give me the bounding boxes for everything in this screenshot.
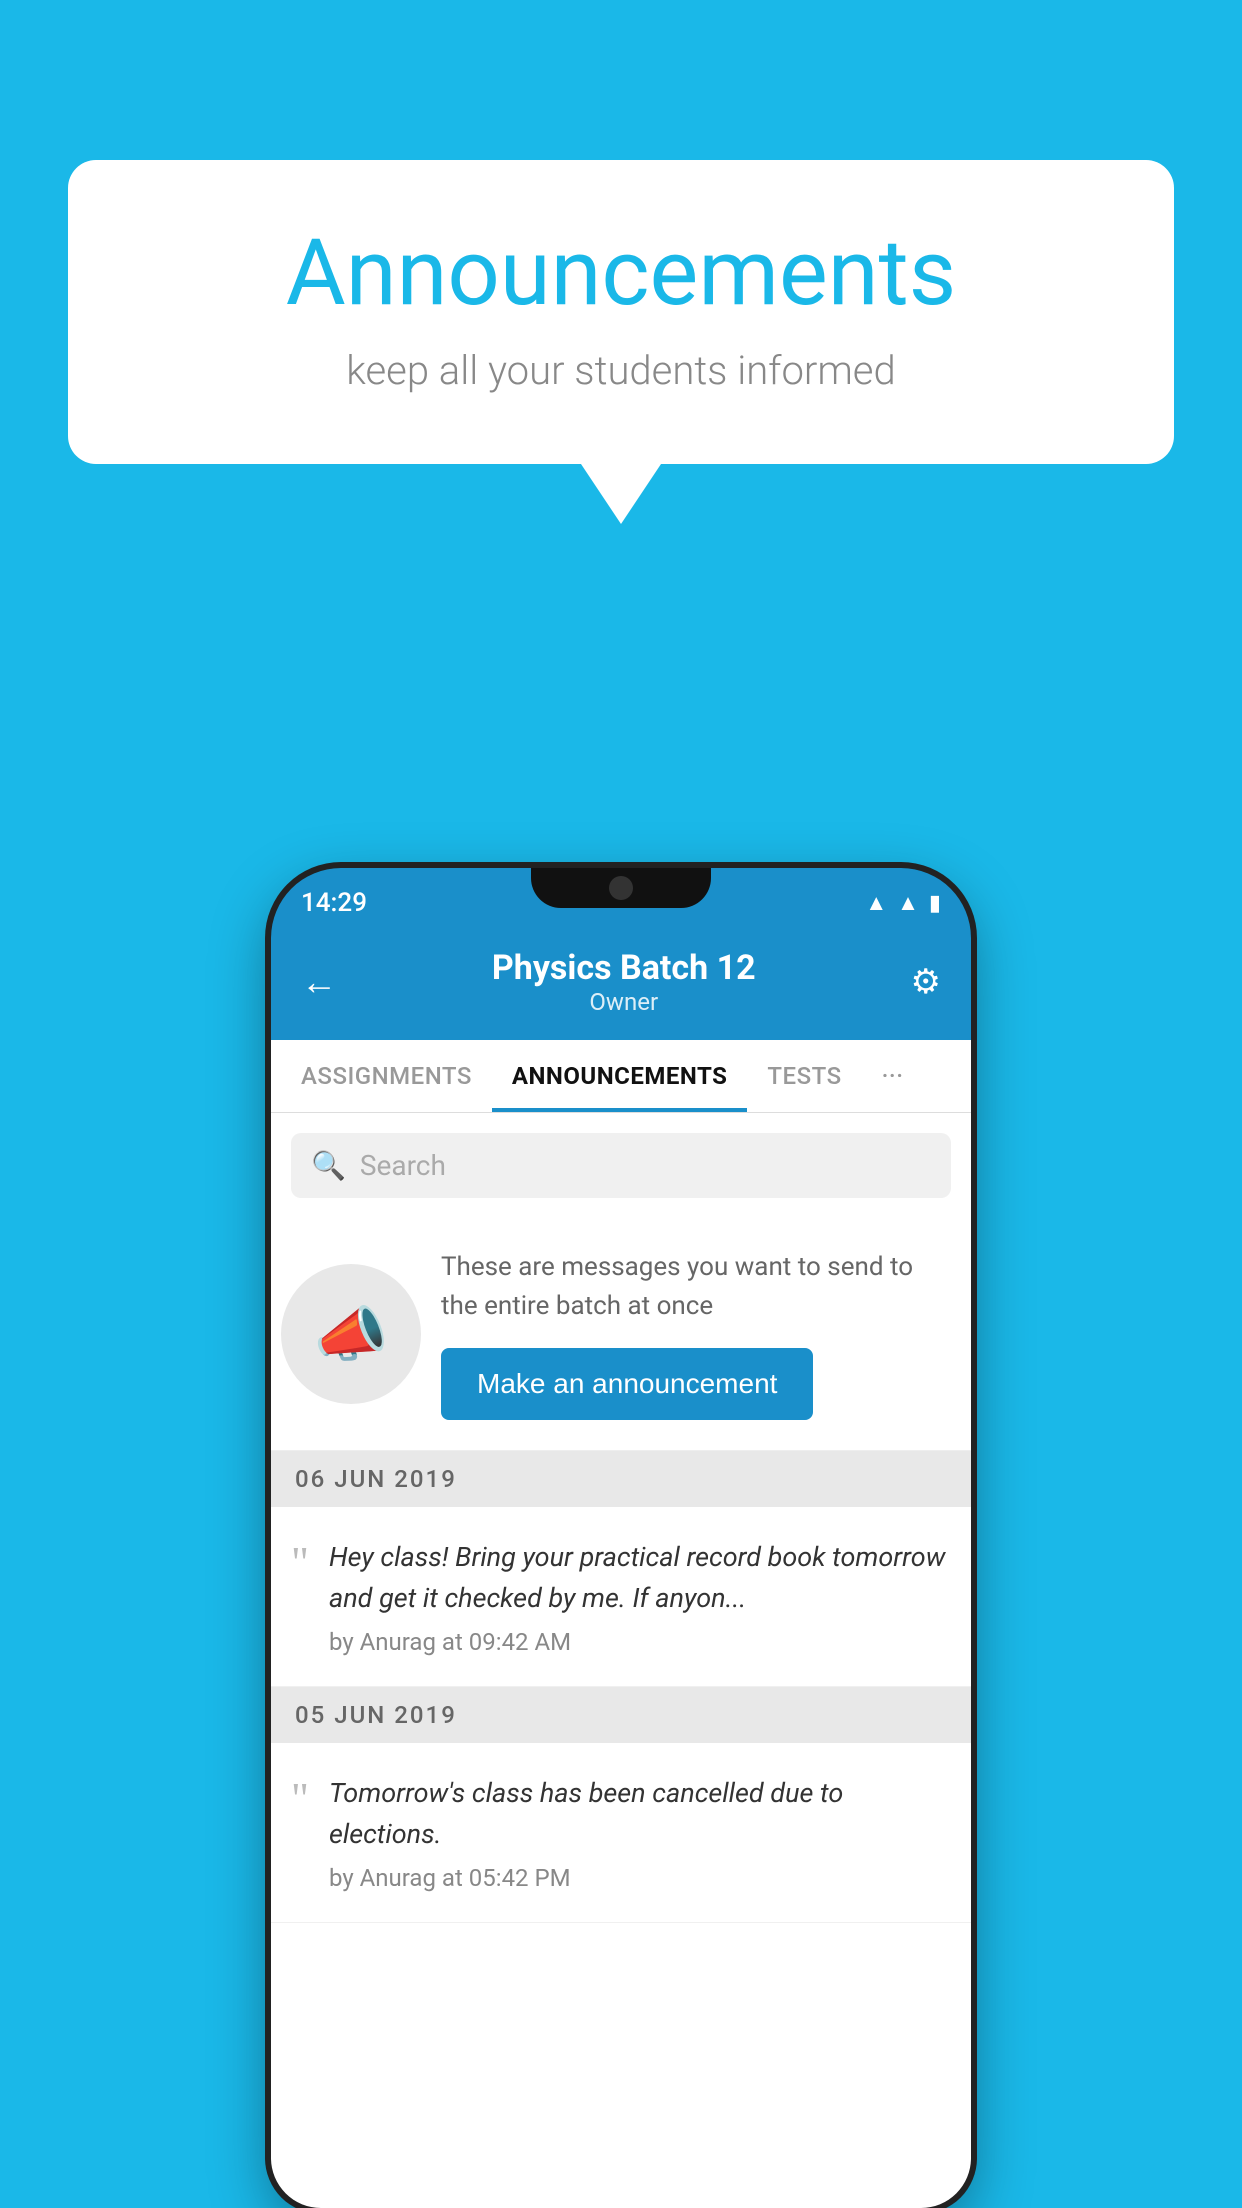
phone-screen: ASSIGNMENTS ANNOUNCEMENTS TESTS ··· 🔍 Se… (271, 1040, 971, 2208)
announcement-item-1: " Hey class! Bring your practical record… (271, 1507, 971, 1687)
megaphone-icon: 📣 (314, 1299, 389, 1370)
status-icons: ▲ ▲ ▮ (865, 890, 941, 916)
search-bar[interactable]: 🔍 Search (291, 1133, 951, 1198)
settings-icon[interactable]: ⚙ (911, 962, 941, 1002)
speech-bubble-subtitle: keep all your students informed (148, 347, 1094, 394)
announcement-meta-1: by Anurag at 09:42 AM (329, 1628, 951, 1656)
announcement-text-2: Tomorrow's class has been cancelled due … (329, 1773, 951, 1854)
battery-icon: ▮ (929, 891, 941, 916)
app-header: ← Physics Batch 12 Owner ⚙ (271, 928, 971, 1040)
tab-assignments[interactable]: ASSIGNMENTS (281, 1040, 492, 1112)
empty-state-description: These are messages you want to send to t… (441, 1248, 951, 1326)
announcement-item-2: " Tomorrow's class has been cancelled du… (271, 1743, 971, 1923)
signal-icon: ▲ (897, 890, 919, 916)
quote-icon-2: " (291, 1777, 309, 1892)
tab-more[interactable]: ··· (862, 1040, 924, 1112)
header-title-area: Physics Batch 12 Owner (492, 948, 756, 1016)
header-subtitle: Owner (492, 988, 756, 1016)
empty-icon-circle: 📣 (281, 1264, 421, 1404)
search-icon: 🔍 (311, 1149, 346, 1182)
announcement-content-1: Hey class! Bring your practical record b… (329, 1537, 951, 1656)
speech-bubble: Announcements keep all your students inf… (68, 160, 1174, 464)
wifi-icon: ▲ (865, 890, 887, 916)
date-separator-1: 06 JUN 2019 (271, 1451, 971, 1507)
empty-state: 📣 These are messages you want to send to… (271, 1218, 971, 1451)
search-placeholder: Search (360, 1149, 446, 1182)
speech-bubble-title: Announcements (148, 220, 1094, 327)
tab-announcements[interactable]: ANNOUNCEMENTS (492, 1040, 748, 1112)
speech-bubble-container: Announcements keep all your students inf… (68, 160, 1174, 524)
speech-bubble-arrow (581, 464, 661, 524)
make-announcement-button[interactable]: Make an announcement (441, 1348, 813, 1420)
back-button[interactable]: ← (301, 961, 337, 1003)
phone-camera (609, 876, 633, 900)
announcement-text-1: Hey class! Bring your practical record b… (329, 1537, 951, 1618)
header-title: Physics Batch 12 (492, 948, 756, 988)
phone-notch (531, 868, 711, 908)
phone-frame: 14:29 ▲ ▲ ▮ ← Physics Batch 12 Owner ⚙ A… (271, 868, 971, 2208)
tab-bar: ASSIGNMENTS ANNOUNCEMENTS TESTS ··· (271, 1040, 971, 1113)
tab-tests[interactable]: TESTS (747, 1040, 861, 1112)
quote-icon-1: " (291, 1541, 309, 1656)
status-time: 14:29 (301, 888, 367, 918)
announcement-content-2: Tomorrow's class has been cancelled due … (329, 1773, 951, 1892)
announcement-meta-2: by Anurag at 05:42 PM (329, 1864, 951, 1892)
empty-state-right: These are messages you want to send to t… (441, 1248, 951, 1420)
date-separator-2: 05 JUN 2019 (271, 1687, 971, 1743)
